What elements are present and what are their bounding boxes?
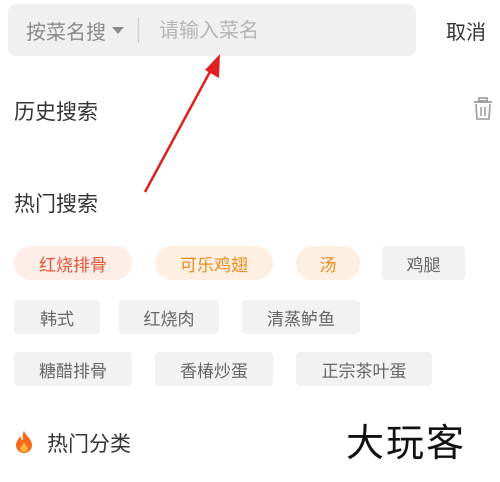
watermark: 大玩客 xyxy=(346,421,467,465)
annotation-arrow xyxy=(143,54,220,193)
